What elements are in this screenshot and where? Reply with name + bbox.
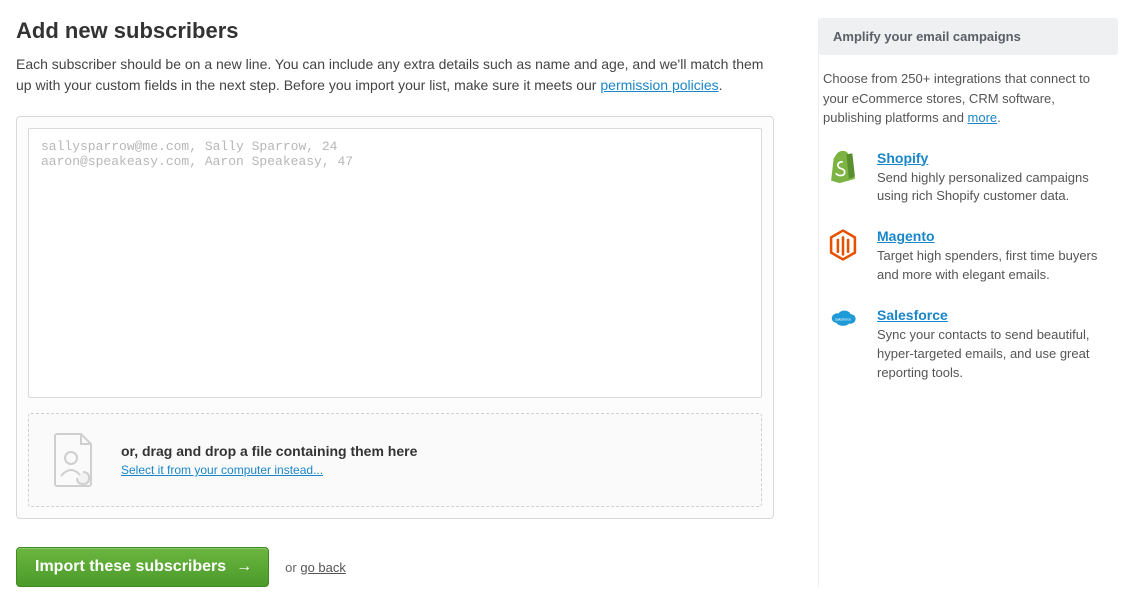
magento-desc: Target high spenders, first time buyers …: [877, 247, 1114, 285]
sidebar-intro: Choose from 250+ integrations that conne…: [819, 69, 1118, 142]
or-go-back: or go back: [285, 560, 346, 575]
integration-shopify: Shopify Send highly personalized campaig…: [819, 142, 1118, 221]
integration-magento: Magento Target high spenders, first time…: [819, 220, 1118, 299]
sidebar-intro-suffix: .: [997, 110, 1001, 125]
sidebar-header: Amplify your email campaigns: [819, 18, 1118, 55]
more-integrations-link[interactable]: more: [968, 110, 998, 125]
go-back-link[interactable]: go back: [300, 560, 346, 575]
sidebar-intro-prefix: Choose from 250+ integrations that conne…: [823, 71, 1090, 125]
permission-policies-link[interactable]: permission policies: [600, 77, 718, 93]
page-title: Add new subscribers: [16, 18, 774, 44]
file-person-icon: [49, 432, 99, 488]
svg-text:salesforce: salesforce: [835, 317, 851, 321]
dropzone-title: or, drag and drop a file containing them…: [121, 443, 417, 459]
intro-text: Each subscriber should be on a new line.…: [16, 54, 774, 96]
integration-salesforce: salesforce Salesforce Sync your contacts…: [819, 299, 1118, 397]
subscribers-textarea[interactable]: [28, 128, 762, 398]
select-file-link[interactable]: Select it from your computer instead...: [121, 463, 323, 477]
shopify-icon: [823, 150, 863, 190]
import-button-label: Import these subscribers: [35, 558, 226, 576]
intro-suffix: .: [719, 77, 723, 93]
or-text: or: [285, 560, 300, 575]
salesforce-icon: salesforce: [823, 307, 863, 347]
magento-link[interactable]: Magento: [877, 228, 935, 244]
import-panel: or, drag and drop a file containing them…: [16, 116, 774, 519]
file-dropzone[interactable]: or, drag and drop a file containing them…: [28, 413, 762, 507]
shopify-desc: Send highly personalized campaigns using…: [877, 169, 1114, 207]
salesforce-desc: Sync your contacts to send beautiful, hy…: [877, 326, 1114, 383]
magento-icon: [823, 228, 863, 268]
arrow-right-icon: →: [236, 558, 252, 576]
shopify-link[interactable]: Shopify: [877, 150, 928, 166]
salesforce-link[interactable]: Salesforce: [877, 307, 948, 323]
import-subscribers-button[interactable]: Import these subscribers →: [16, 547, 269, 587]
